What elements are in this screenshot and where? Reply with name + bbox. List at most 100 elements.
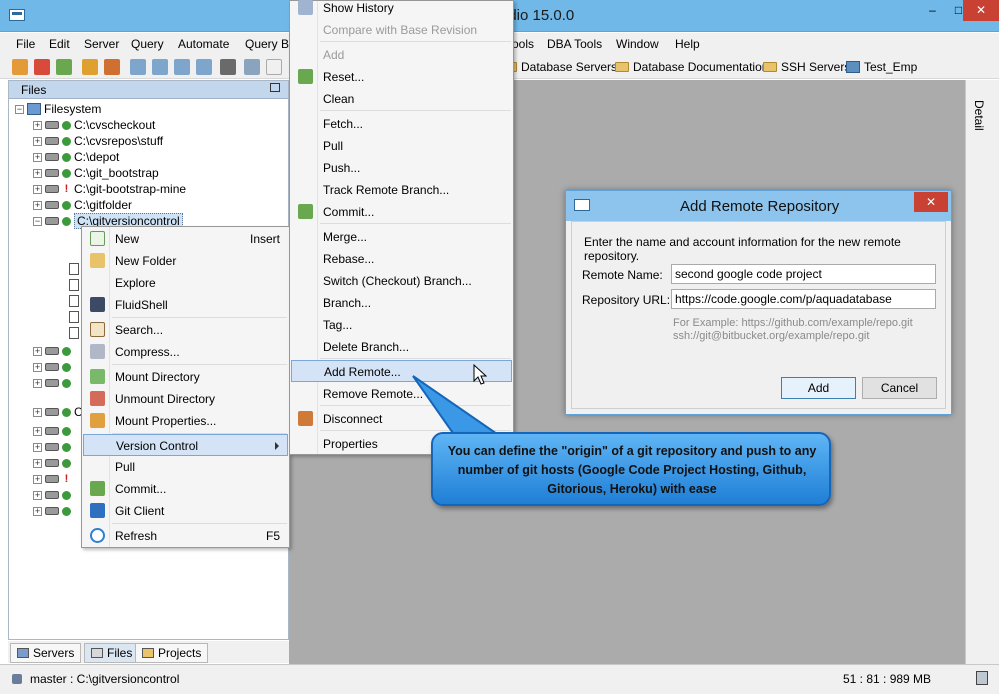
- menu-item-delete-branch[interactable]: Delete Branch...: [291, 336, 512, 358]
- expand-icon[interactable]: +: [33, 442, 42, 452]
- menu-server[interactable]: Server: [84, 37, 119, 51]
- menu-item-compress[interactable]: Compress...: [83, 341, 288, 363]
- menu-item-disconnect[interactable]: Disconnect: [291, 408, 512, 430]
- menu-item-branch[interactable]: Branch...: [291, 292, 512, 314]
- tree-row[interactable]: +: [33, 343, 71, 359]
- toolbar-query-icon[interactable]: [82, 59, 98, 75]
- menu-item-pull[interactable]: Pull: [291, 135, 512, 157]
- expand-icon[interactable]: +: [33, 506, 42, 516]
- menu-item-track-remote-branch[interactable]: Track Remote Branch...: [291, 179, 512, 201]
- menu-item-new[interactable]: New Insert: [83, 228, 288, 250]
- expand-icon[interactable]: +: [33, 136, 42, 146]
- tree-row[interactable]: +: [33, 503, 71, 519]
- menu-item-switch-branch[interactable]: Switch (Checkout) Branch...: [291, 270, 512, 292]
- expand-icon[interactable]: +: [33, 426, 42, 436]
- menu-item-commit[interactable]: Commit...: [83, 478, 288, 500]
- menu-item-tag[interactable]: Tag...: [291, 314, 512, 336]
- menu-item-fetch[interactable]: Fetch...: [291, 113, 512, 135]
- menu-item-show-history[interactable]: Show History: [291, 0, 512, 19]
- tree-row[interactable]: + C:: [33, 404, 86, 420]
- toolbar-disconnect-icon[interactable]: [34, 59, 50, 75]
- expand-icon[interactable]: +: [33, 152, 42, 162]
- toolbar-browse-icon[interactable]: [196, 59, 212, 75]
- expand-icon[interactable]: +: [33, 346, 42, 356]
- expand-icon[interactable]: +: [33, 407, 42, 417]
- expand-icon[interactable]: +: [33, 168, 42, 178]
- restore-icon[interactable]: [270, 83, 280, 92]
- add-button[interactable]: Add: [781, 377, 856, 399]
- menu-window[interactable]: Window: [616, 37, 659, 51]
- toolbar-new-connection-icon[interactable]: [12, 59, 28, 75]
- menu-item-fluidshell[interactable]: FluidShell: [83, 294, 288, 316]
- menu-item-refresh[interactable]: Refresh F5: [83, 525, 288, 547]
- close-window-button[interactable]: ✕: [963, 0, 999, 21]
- menu-item-mount-properties[interactable]: Mount Properties...: [83, 410, 288, 432]
- detail-tab[interactable]: Detail: [972, 100, 986, 131]
- tree-row[interactable]: +: [33, 487, 71, 503]
- menu-item-unmount-directory[interactable]: Unmount Directory: [83, 388, 288, 410]
- menu-item-merge[interactable]: Merge...: [291, 226, 512, 248]
- menu-item-pull[interactable]: Pull: [83, 456, 288, 478]
- expand-icon[interactable]: +: [33, 458, 42, 468]
- menu-item-clean[interactable]: Clean: [291, 88, 512, 110]
- minimize-button[interactable]: –: [919, 0, 946, 21]
- tree-row[interactable]: +: [33, 439, 71, 455]
- menu-item-explore[interactable]: Explore: [83, 272, 288, 294]
- menu-item-remove-remote[interactable]: Remove Remote...: [291, 383, 512, 405]
- tree-row[interactable]: + C:\cvscheckout: [33, 117, 155, 133]
- trash-icon[interactable]: [976, 671, 988, 685]
- expand-icon[interactable]: +: [33, 474, 42, 484]
- tree-row[interactable]: +: [33, 455, 71, 471]
- remote-name-input[interactable]: [671, 264, 936, 284]
- toolbar-script-icon[interactable]: [104, 59, 120, 75]
- tab-projects[interactable]: Projects: [135, 643, 209, 663]
- menu-item-search[interactable]: Search...: [83, 319, 288, 341]
- expand-icon[interactable]: +: [33, 200, 42, 210]
- repository-url-input[interactable]: [671, 289, 936, 309]
- tree-row[interactable]: + C:\cvsrepos\stuff: [33, 133, 163, 149]
- tree-row[interactable]: + !: [33, 471, 71, 487]
- bookmark-test-emp[interactable]: Test_Emp: [846, 60, 917, 74]
- bookmark-ssh-servers[interactable]: SSH Servers: [763, 60, 850, 74]
- menu-item-push[interactable]: Push...: [291, 157, 512, 179]
- menu-help[interactable]: Help: [675, 37, 700, 51]
- menu-query-builder[interactable]: Query B: [245, 37, 289, 51]
- tree-root[interactable]: − Filesystem: [15, 101, 101, 117]
- tree-row[interactable]: + C:\git_bootstrap: [33, 165, 159, 181]
- menu-item-version-control[interactable]: Version Control: [83, 434, 288, 456]
- menu-item-new-folder[interactable]: New Folder: [83, 250, 288, 272]
- tree-row[interactable]: + C:\gitfolder: [33, 197, 132, 213]
- menu-file[interactable]: File: [16, 37, 35, 51]
- tree-row[interactable]: +: [33, 423, 71, 439]
- expand-icon[interactable]: +: [33, 184, 42, 194]
- expand-icon[interactable]: +: [33, 378, 42, 388]
- tree-row[interactable]: + C:\depot: [33, 149, 119, 165]
- menu-tools[interactable]: ools: [512, 37, 534, 51]
- collapse-icon[interactable]: −: [33, 216, 42, 226]
- bookmark-database-servers[interactable]: Database Servers: [503, 60, 617, 74]
- collapse-icon[interactable]: −: [15, 104, 24, 114]
- tab-servers[interactable]: Servers: [10, 643, 82, 663]
- toolbar-dropdown-icon[interactable]: [266, 59, 282, 75]
- toolbar-search-icon[interactable]: [152, 59, 168, 75]
- menu-edit[interactable]: Edit: [49, 37, 70, 51]
- toolbar-window-icon[interactable]: [244, 59, 260, 75]
- menu-item-mount-directory[interactable]: Mount Directory: [83, 366, 288, 388]
- cancel-button[interactable]: Cancel: [862, 377, 937, 399]
- toolbar-save-icon[interactable]: [220, 59, 236, 75]
- tree-row[interactable]: +: [33, 359, 71, 375]
- menu-item-commit[interactable]: Commit...: [291, 201, 512, 223]
- bookmark-database-documentation[interactable]: Database Documentation: [615, 60, 768, 74]
- tree-row[interactable]: + ! C:\git-bootstrap-mine: [33, 181, 186, 197]
- tree-row[interactable]: +: [33, 375, 71, 391]
- menu-item-rebase[interactable]: Rebase...: [291, 248, 512, 270]
- expand-icon[interactable]: +: [33, 362, 42, 372]
- dialog-close-button[interactable]: ✕: [914, 192, 948, 212]
- tab-files[interactable]: Files: [84, 643, 140, 663]
- toolbar-refresh-icon[interactable]: [56, 59, 72, 75]
- menu-dba-tools[interactable]: DBA Tools: [547, 37, 602, 51]
- toolbar-table-icon[interactable]: [130, 59, 146, 75]
- expand-icon[interactable]: +: [33, 120, 42, 130]
- menu-item-reset[interactable]: Reset...: [291, 66, 512, 88]
- menu-item-git-client[interactable]: Git Client: [83, 500, 288, 522]
